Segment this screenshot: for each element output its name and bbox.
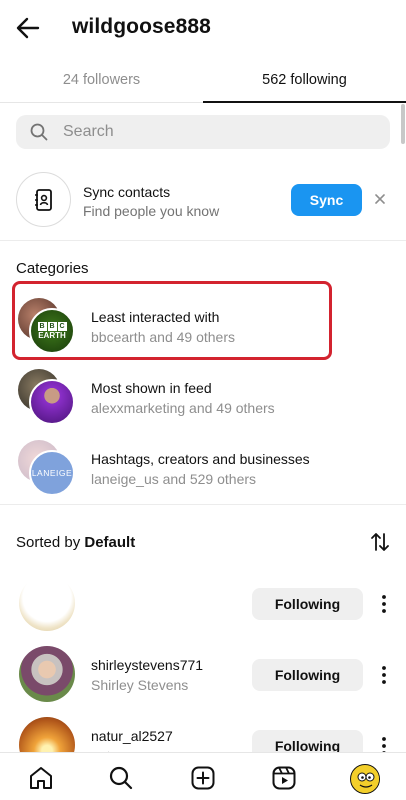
home-icon[interactable] (28, 765, 54, 791)
reels-icon[interactable] (271, 765, 297, 791)
sync-button[interactable]: Sync (291, 184, 362, 216)
scrollbar[interactable] (401, 104, 405, 144)
profile-avatar[interactable] (350, 764, 380, 794)
laneige-logo: LANEIGE (29, 450, 75, 496)
contact-book-icon (35, 189, 52, 211)
search-input[interactable]: Search (16, 115, 390, 149)
top-bar: wildgoose888 (0, 0, 406, 56)
following-button[interactable]: Following (252, 659, 363, 691)
category-hashtags-creators[interactable]: LANEIGE Hashtags, creators and businesse… (0, 440, 406, 502)
category-title: Most shown in feed (91, 380, 212, 396)
tab-following[interactable]: 562 following (203, 56, 406, 103)
sync-contacts-row: Sync contacts Find people you know Sync (0, 172, 406, 230)
category-subtitle: laneige_us and 529 others (91, 471, 257, 487)
divider (0, 240, 406, 241)
categories-heading: Categories (16, 260, 89, 277)
avatar[interactable] (19, 575, 75, 631)
category-most-shown[interactable]: Most shown in feed alexxmarketing and 49… (0, 369, 406, 431)
active-tab-indicator (203, 101, 406, 103)
follow-tabs: 24 followers 562 following (0, 56, 406, 103)
search-icon[interactable] (108, 765, 134, 791)
page-title: wildgoose888 (72, 15, 211, 38)
tab-followers[interactable]: 24 followers (0, 56, 203, 103)
full-name: Shirley Stevens (91, 677, 189, 693)
sort-label: Sorted by Default (16, 534, 136, 551)
username: shirleystevens771 (91, 657, 204, 673)
back-arrow-icon[interactable] (14, 14, 42, 42)
sync-subtitle: Find people you know (83, 203, 220, 219)
close-icon[interactable] (372, 191, 388, 207)
sort-value: Default (84, 534, 136, 551)
bottom-nav (0, 752, 406, 800)
create-icon[interactable] (190, 765, 216, 791)
divider (0, 504, 406, 505)
highlight-box (12, 281, 332, 360)
profile-cartoon-icon (352, 766, 379, 793)
avatar[interactable] (19, 646, 75, 702)
search-placeholder: Search (63, 123, 114, 140)
list-item[interactable]: shirleystevens771 Shirley Stevens Follow… (0, 646, 406, 708)
contacts-icon-circle (16, 172, 71, 227)
following-button[interactable]: Following (252, 588, 363, 620)
sync-title: Sync contacts (83, 184, 171, 200)
category-title: Hashtags, creators and businesses (91, 451, 310, 467)
username: natur_al2527 (91, 728, 173, 744)
category-subtitle: alexxmarketing and 49 others (91, 400, 275, 416)
sort-icon[interactable] (368, 530, 392, 554)
list-item[interactable]: Following (0, 575, 406, 637)
more-options-icon[interactable] (378, 592, 390, 616)
more-options-icon[interactable] (378, 663, 390, 687)
search-icon (30, 123, 48, 141)
avatar (29, 379, 75, 425)
